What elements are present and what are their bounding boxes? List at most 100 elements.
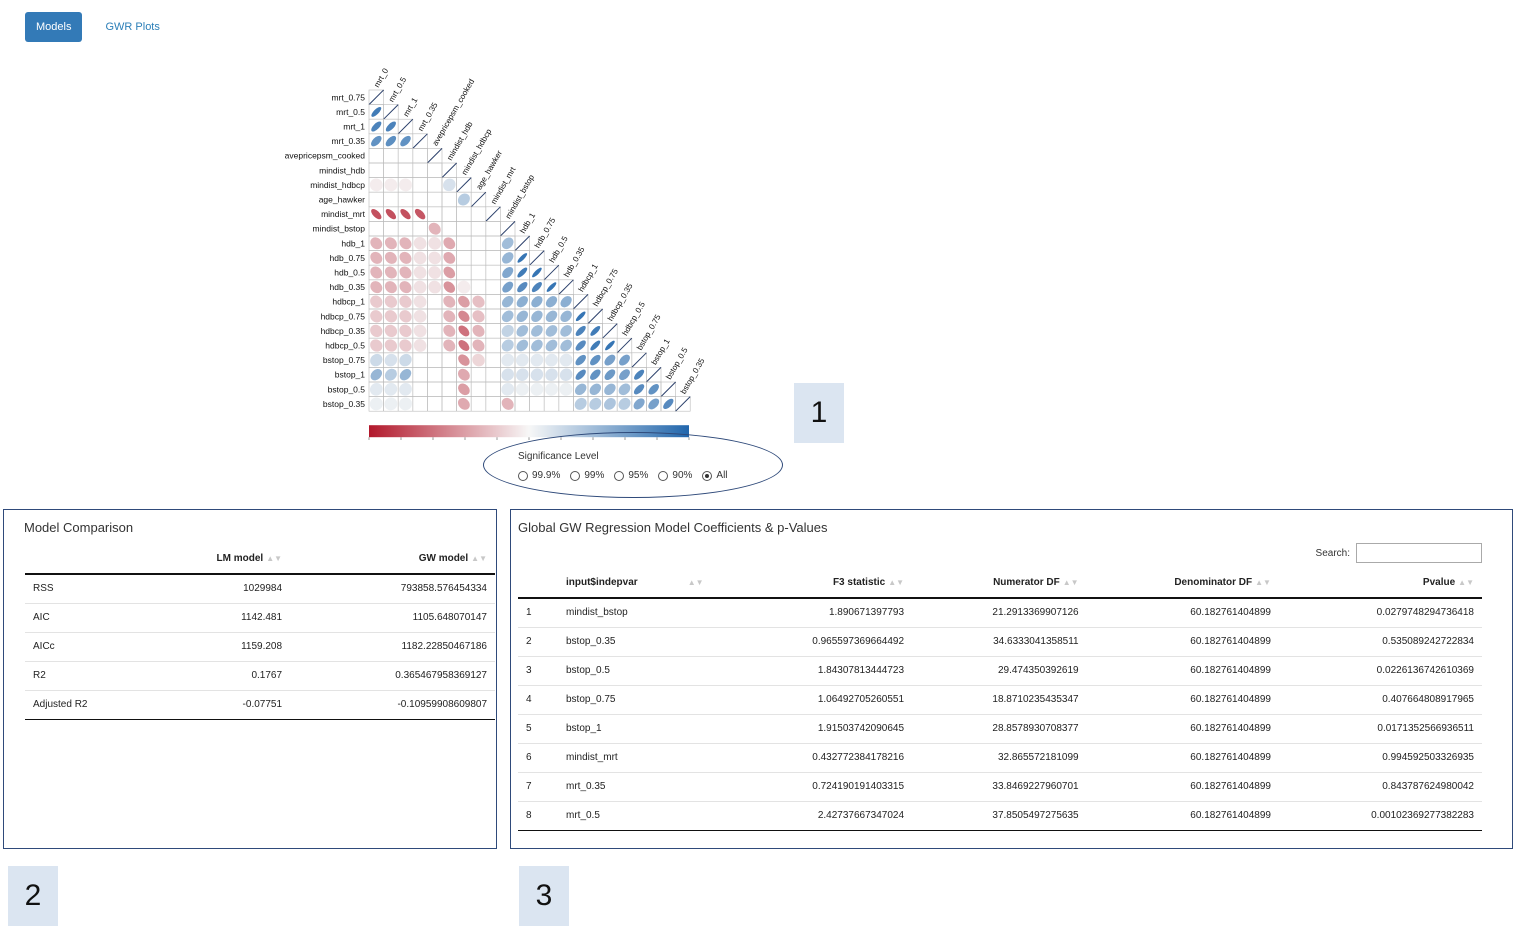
corr-ellipse: [428, 251, 442, 265]
sort-icon: ▲▼: [1255, 578, 1271, 587]
corr-cell: [470, 381, 487, 397]
column-header-f3-statistic[interactable]: F3 statistic ▲▼: [728, 568, 913, 599]
column-header-lm-model[interactable]: LM model ▲▼: [135, 544, 291, 575]
cell-numerator-df: 21.2913369907126: [912, 598, 1087, 628]
corr-ellipse: [399, 178, 412, 192]
corr-cell: [397, 162, 414, 178]
cell-pvalue: 0.0279748294736418: [1278, 598, 1482, 628]
corr-ellipse: [516, 368, 529, 381]
sort-icon: ▲▼: [687, 578, 704, 587]
corr-ellipse: [458, 310, 470, 322]
corr-ellipse: [545, 339, 558, 352]
radio-option-all[interactable]: All: [702, 470, 728, 481]
corr-cell: [485, 294, 501, 310]
corr-ellipse: [399, 251, 412, 264]
cell-index: 1: [518, 598, 558, 628]
cell-metric: AIC: [25, 603, 135, 633]
corr-ellipse: [400, 208, 411, 220]
corr-ellipse: [574, 383, 587, 396]
corr-row-label: mrt_0.35: [331, 136, 365, 146]
radio-circle-icon: [570, 470, 581, 481]
table-row: AICc 1159.208 1182.22850467186: [25, 632, 495, 662]
corr-ellipse: [545, 325, 558, 337]
callout-label-2: 2: [8, 866, 58, 926]
corr-ellipse: [501, 252, 514, 264]
cell-pvalue: 0.994592503326935: [1278, 743, 1482, 773]
column-header-numerator-df[interactable]: Numerator DF ▲▼: [912, 568, 1087, 599]
corr-cell: [427, 191, 443, 208]
column-header-indepvar[interactable]: input$indepvar ▲▼: [558, 568, 728, 599]
significance-level-highlight: [483, 432, 783, 498]
corr-cell: [397, 148, 414, 164]
corr-ellipse: [472, 324, 485, 337]
corr-ellipse: [369, 382, 383, 396]
corr-row-label: mindist_mrt: [321, 209, 366, 219]
corr-cell: [470, 235, 487, 251]
corr-cell: [427, 162, 443, 178]
corr-cell: [427, 352, 443, 368]
cell-f3-statistic: 1.84307813444723: [728, 656, 913, 686]
tab-gwr-plots[interactable]: GWR Plots: [94, 12, 170, 42]
radio-option-95[interactable]: 95%: [614, 470, 648, 481]
cell-numerator-df: 37.8505497275635: [912, 801, 1087, 831]
corr-ellipse: [385, 135, 397, 147]
corr-ellipse: [560, 339, 572, 352]
corr-ellipse: [370, 251, 383, 264]
tab-models[interactable]: Models: [25, 12, 83, 42]
column-header-gw-model[interactable]: GW model ▲▼: [290, 544, 495, 575]
corr-cell: [485, 250, 501, 266]
cell-f3-statistic: 2.42737667347024: [728, 801, 913, 831]
corr-ellipse: [501, 397, 514, 410]
corr-ellipse: [633, 398, 645, 410]
corr-ellipse: [384, 281, 397, 294]
search-input[interactable]: [1356, 543, 1482, 563]
corr-ellipse: [501, 382, 515, 396]
table-row: 8 mrt_0.5 2.42737667347024 37.8505497275635…: [518, 801, 1482, 831]
corr-ellipse: [384, 382, 398, 396]
corr-diagonal-mark: [543, 264, 560, 281]
corr-cell: [441, 381, 457, 397]
corr-diagonal-mark: [631, 352, 647, 368]
corr-ellipse: [413, 309, 427, 323]
corr-ellipse: [530, 382, 544, 396]
search-label: Search:: [1315, 547, 1350, 559]
table-row: 6 mindist_mrt 0.432772384178216 32.86557218…: [518, 743, 1482, 773]
radio-option-90[interactable]: 90%: [658, 470, 692, 481]
column-header-denominator-df[interactable]: Denominator DF ▲▼: [1086, 568, 1279, 599]
corr-diag-label: bstop_1: [650, 337, 672, 367]
significance-level-title: Significance Level: [518, 451, 599, 462]
corr-diag-label: hdbcp_1: [577, 262, 600, 294]
radio-option-99[interactable]: 99%: [570, 470, 604, 481]
cell-index: 7: [518, 772, 558, 802]
table-row: 7 mrt_0.35 0.724190191403315 33.84692279607…: [518, 772, 1482, 802]
table-header-row: input$indepvar ▲▼ F3 statistic ▲▼ Numerato…: [518, 568, 1482, 599]
corr-ellipse: [634, 369, 645, 380]
corr-ellipse: [575, 369, 586, 380]
corr-ellipse: [413, 251, 427, 265]
coefficients-panel: Global GW Regression Model Coefficients …: [510, 509, 1513, 849]
corr-diag-label: hdb_0.5: [547, 234, 570, 264]
model-comparison-body: RSS 1029984 793858.576454334 AIC 1142.481 110…: [25, 574, 495, 720]
corr-ellipse: [501, 339, 514, 352]
corr-ellipse: [501, 237, 514, 250]
corr-ellipse: [369, 397, 383, 411]
corr-ellipse: [414, 208, 426, 220]
corr-ellipse: [502, 281, 514, 293]
corr-ellipse: [559, 353, 573, 367]
corr-cell: [427, 381, 443, 397]
corr-ellipse: [413, 266, 427, 279]
radio-option-99-9[interactable]: 99.9%: [518, 470, 560, 481]
cell-index: 4: [518, 685, 558, 715]
corr-ellipse: [501, 368, 514, 381]
corr-ellipse: [443, 266, 456, 279]
cell-denominator-df: 60.182761404899: [1086, 801, 1279, 831]
corr-diag-label: bstop_0.5: [664, 346, 690, 381]
cell-indepvar: bstop_0.75: [558, 685, 728, 715]
cell-gw-model: 0.365467958369127: [290, 661, 495, 691]
corr-ellipse: [545, 310, 558, 323]
corr-cell: [383, 221, 399, 237]
callout-label-1: 1: [794, 383, 844, 443]
sort-icon: ▲▼: [1062, 578, 1079, 587]
column-header-pvalue[interactable]: Pvalue ▲▼: [1278, 568, 1482, 599]
corr-cell: [412, 352, 428, 368]
